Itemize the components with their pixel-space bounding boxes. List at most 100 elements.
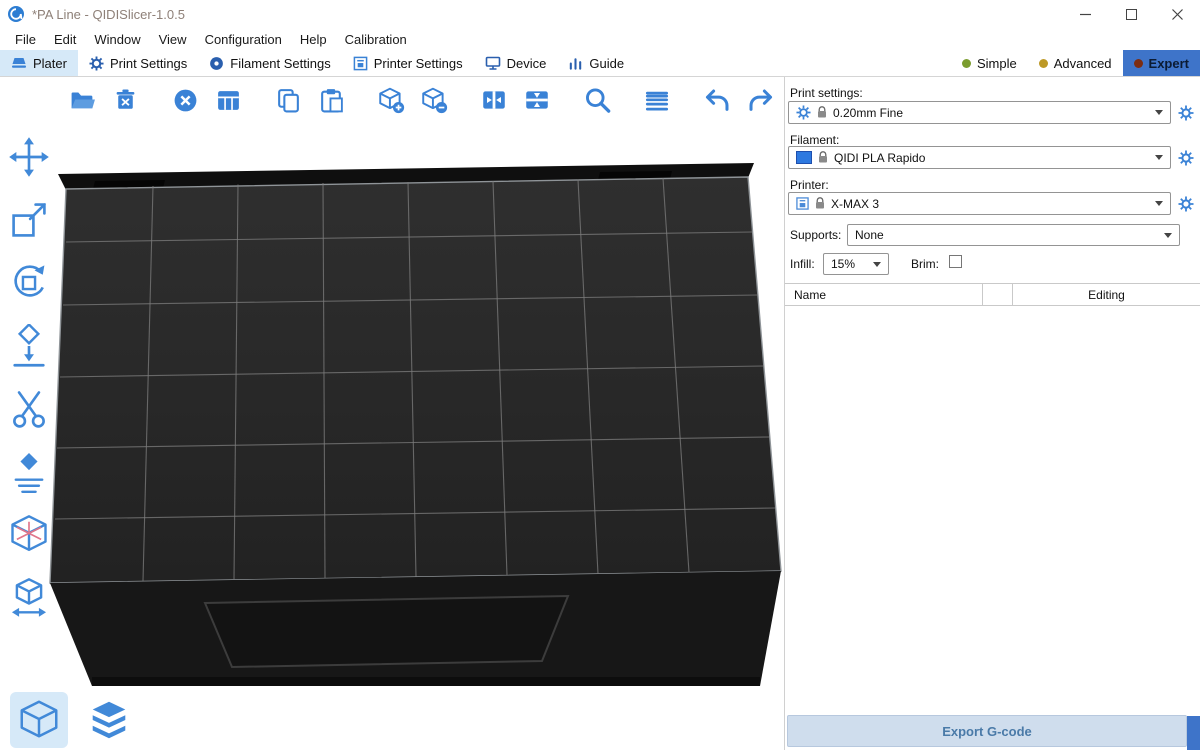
menu-window[interactable]: Window (85, 30, 149, 49)
arrange-button[interactable] (212, 84, 244, 116)
print-settings-gear-button[interactable] (1177, 104, 1195, 122)
infill-label: Infill: (790, 257, 815, 271)
dropdown-arrow-icon (1155, 155, 1163, 160)
open-button[interactable] (66, 84, 98, 116)
fdm-supports-tool[interactable] (5, 511, 53, 559)
gear-icon (1178, 150, 1194, 166)
supports-label: Supports: (790, 228, 841, 242)
remove-instance-icon (420, 86, 448, 114)
measure-icon (7, 576, 51, 620)
tab-device[interactable]: Device (474, 50, 558, 76)
remove-instance-button[interactable] (418, 84, 450, 116)
printer-value: X-MAX 3 (831, 197, 879, 211)
minimize-button[interactable] (1062, 0, 1108, 28)
delete-all-button[interactable] (169, 84, 201, 116)
undo-button[interactable] (701, 84, 733, 116)
split-parts-icon (523, 86, 551, 114)
variable-layer-height-button[interactable] (641, 84, 673, 116)
tab-plater[interactable]: Plater (0, 50, 78, 76)
lock-icon (817, 106, 827, 119)
lock-icon (818, 151, 828, 164)
filament-combo[interactable]: QIDI PLA Rapido (788, 146, 1171, 169)
viewport-3d[interactable] (0, 77, 784, 750)
measure-tool[interactable] (5, 574, 53, 622)
tab-printer-settings[interactable]: Printer Settings (342, 50, 474, 76)
split-parts-button[interactable] (521, 84, 553, 116)
redo-button[interactable] (744, 84, 776, 116)
mode-label: Advanced (1054, 56, 1112, 71)
undo-icon (703, 86, 732, 115)
copy-button[interactable] (272, 84, 304, 116)
minimize-icon (1080, 9, 1091, 20)
brim-label: Brim: (911, 257, 939, 271)
dropdown-arrow-icon (1155, 110, 1163, 115)
object-list-empty-area[interactable] (785, 306, 1200, 710)
move-tool[interactable] (5, 133, 53, 181)
place-on-face-tool[interactable] (5, 322, 53, 370)
support-mesh-cube-icon (7, 513, 51, 557)
seam-paint-tool[interactable] (5, 448, 53, 496)
mode-advanced[interactable]: Advanced (1028, 50, 1123, 76)
move-icon (7, 135, 51, 179)
guide-icon (568, 56, 583, 71)
scale-tool[interactable] (5, 196, 53, 244)
dropdown-arrow-icon (1164, 233, 1172, 238)
menu-configuration[interactable]: Configuration (196, 30, 291, 49)
print-settings-combo[interactable]: 0.20mm Fine (788, 101, 1171, 124)
tab-label: Device (507, 56, 547, 71)
plater-icon (11, 55, 27, 71)
menu-help[interactable]: Help (291, 30, 336, 49)
cut-tool[interactable] (5, 385, 53, 433)
top-toolbar (66, 84, 776, 116)
add-instance-button[interactable] (375, 84, 407, 116)
maximize-button[interactable] (1108, 0, 1154, 28)
mode-expert[interactable]: Expert (1123, 50, 1200, 76)
tab-guide[interactable]: Guide (557, 50, 635, 76)
close-button[interactable] (1154, 0, 1200, 28)
split-objects-icon (480, 86, 508, 114)
paste-button[interactable] (315, 84, 347, 116)
preview-view-button[interactable] (80, 692, 138, 748)
tab-label: Guide (589, 56, 624, 71)
filament-label: Filament: (790, 133, 839, 147)
split-objects-button[interactable] (478, 84, 510, 116)
seam-paint-icon (7, 450, 51, 494)
tab-print-settings[interactable]: Print Settings (78, 50, 198, 76)
add-instance-icon (377, 86, 405, 114)
supports-value: None (855, 228, 884, 242)
menu-view[interactable]: View (150, 30, 196, 49)
window-controls (1062, 0, 1200, 28)
editor-view-button[interactable] (10, 692, 68, 748)
printer-combo[interactable]: X-MAX 3 (788, 192, 1171, 215)
copy-icon (275, 87, 302, 114)
mode-label: Simple (977, 56, 1017, 71)
supports-combo[interactable]: None (847, 224, 1180, 246)
preview-layers-icon (86, 697, 132, 743)
maximize-icon (1126, 9, 1137, 20)
tab-label: Printer Settings (374, 56, 463, 71)
advanced-mode-dot-icon (1039, 59, 1048, 68)
menu-edit[interactable]: Edit (45, 30, 85, 49)
search-button[interactable] (581, 84, 613, 116)
object-list-header: Name Editing (785, 283, 1200, 306)
export-options-button[interactable] (1187, 716, 1200, 750)
infill-combo[interactable]: 15% (823, 253, 889, 275)
filament-settings-icon (209, 56, 224, 71)
mode-simple[interactable]: Simple (951, 50, 1028, 76)
printer-gear-button[interactable] (1177, 195, 1195, 213)
tab-filament-settings[interactable]: Filament Settings (198, 50, 341, 76)
close-icon (1172, 9, 1183, 20)
delete-button[interactable] (109, 84, 141, 116)
delete-all-icon (172, 87, 199, 114)
filament-gear-button[interactable] (1177, 149, 1195, 167)
brim-checkbox[interactable] (949, 255, 962, 268)
menubar: File Edit Window View Configuration Help… (0, 28, 1200, 50)
dropdown-arrow-icon (873, 262, 881, 267)
rotate-tool[interactable] (5, 259, 53, 307)
export-gcode-button[interactable]: Export G-code (787, 715, 1187, 747)
menu-calibration[interactable]: Calibration (336, 30, 416, 49)
menu-file[interactable]: File (6, 30, 45, 49)
filament-color-swatch (796, 151, 812, 164)
gizmo-toolbar (5, 133, 53, 622)
cut-scissors-icon (7, 387, 51, 431)
